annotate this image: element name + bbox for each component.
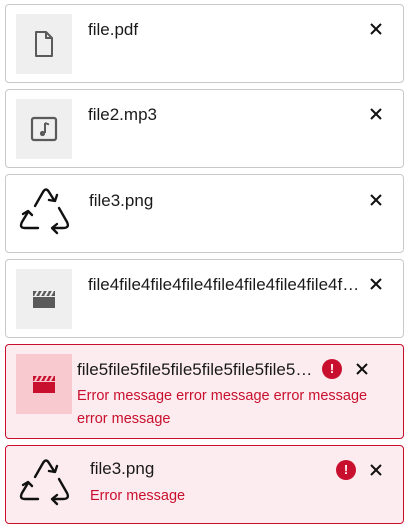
file-thumbnail [16,14,72,74]
file-thumbnail [16,99,72,159]
error-message: Error message [90,488,186,504]
error-icon: ! [336,460,356,480]
clapperboard-icon [33,375,55,393]
file-card: file3.png [5,174,404,253]
file-name: file2.mp3 [88,105,157,124]
close-icon [370,108,382,120]
remove-file-button[interactable] [365,103,387,125]
audio-file-icon [30,116,58,142]
close-icon [370,23,382,35]
file-card: file4file4file4file4file4file4file4file4… [5,259,404,338]
file-thumbnail [16,269,72,329]
file-thumbnail [12,181,80,245]
file-name: file5file5file5file5file5file5file5file5… [77,360,315,379]
close-icon [370,464,382,476]
file-card: file2.mp3 [5,89,404,168]
file-name: file4file4file4file4file4file4file4file4… [88,275,362,294]
file-card-error: file3.png ! Error message [5,445,404,524]
remove-file-button[interactable] [365,273,387,295]
file-thumbnail [12,452,80,516]
close-icon [356,363,368,375]
file-name: file3.png [90,459,155,478]
close-icon [370,194,382,206]
recycle-icon [19,459,70,506]
document-icon [35,31,53,57]
recycle-icon [19,188,70,235]
clapperboard-icon [33,290,55,308]
file-thumbnail [16,354,72,414]
close-icon [370,278,382,290]
file-list: file.pdf file2.mp3 file3.png file4file4f… [0,0,411,530]
remove-file-button[interactable] [351,358,373,380]
error-icon: ! [322,359,342,379]
error-message: Error message error message error messag… [77,388,368,427]
file-name: file.pdf [88,20,139,39]
remove-file-button[interactable] [365,459,387,481]
file-card-error: file5file5file5file5file5file5file5file5… [5,344,404,439]
file-card: file.pdf [5,4,404,83]
remove-file-button[interactable] [365,189,387,211]
file-name: file3.png [89,191,154,210]
remove-file-button[interactable] [365,18,387,40]
